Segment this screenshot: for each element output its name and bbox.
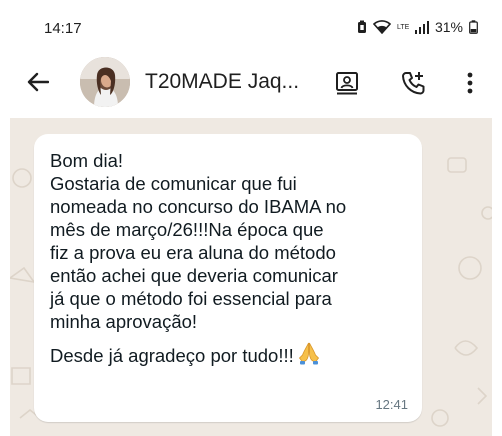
- message-closing-text: Desde já agradeço por tudo!!!: [50, 345, 294, 366]
- contact-card-button[interactable]: [330, 66, 364, 100]
- message-line: fiz a prova eu era aluna do método: [50, 242, 336, 263]
- avatar[interactable]: [80, 57, 130, 107]
- battery-icon: [469, 20, 478, 34]
- chat-title[interactable]: T20MADE Jaq...: [145, 70, 299, 94]
- status-icons: LTE 31%: [357, 19, 478, 35]
- message-line: então achei que deveria comunicar: [50, 265, 338, 286]
- more-vert-icon: [467, 72, 473, 94]
- screen-frame-left: [0, 118, 10, 436]
- message-timestamp: 12:41: [375, 397, 408, 412]
- status-bar: 14:17 LTE 31%: [0, 0, 502, 56]
- message-line: mês de março/26!!!Na época que: [50, 219, 324, 240]
- battery-percent: 31%: [434, 19, 463, 35]
- chat-header: T20MADE Jaq...: [0, 56, 502, 108]
- message-bubble[interactable]: Bom dia! Gostaria de comunicar que fui n…: [34, 134, 422, 422]
- wifi-icon: [372, 20, 391, 34]
- message-line: já que o método foi essencial para: [50, 288, 332, 309]
- add-call-button[interactable]: [396, 66, 430, 100]
- signal-icon: [414, 20, 429, 34]
- contact-card-icon: [336, 72, 358, 95]
- arrow-back-icon: [27, 72, 49, 92]
- battery-saver-icon: [357, 20, 367, 34]
- lte-label: LTE: [396, 23, 410, 31]
- folded-hands-icon: [298, 341, 320, 370]
- message-text: Bom dia! Gostaria de comunicar que fui n…: [50, 149, 410, 370]
- message-line: Bom dia!: [50, 150, 124, 171]
- message-line: Gostaria de comunicar que fui: [50, 173, 297, 194]
- status-time: 14:17: [44, 20, 82, 37]
- back-button[interactable]: [22, 66, 54, 98]
- message-line: minha aprovação!: [50, 311, 198, 332]
- add-call-icon: [402, 72, 425, 95]
- message-closing-line: Desde já agradeço por tudo!!!: [50, 341, 410, 370]
- screen-frame-right: [492, 118, 502, 436]
- more-options-button[interactable]: [456, 66, 484, 100]
- message-line: nomeada no concurso do IBAMA no: [50, 196, 347, 217]
